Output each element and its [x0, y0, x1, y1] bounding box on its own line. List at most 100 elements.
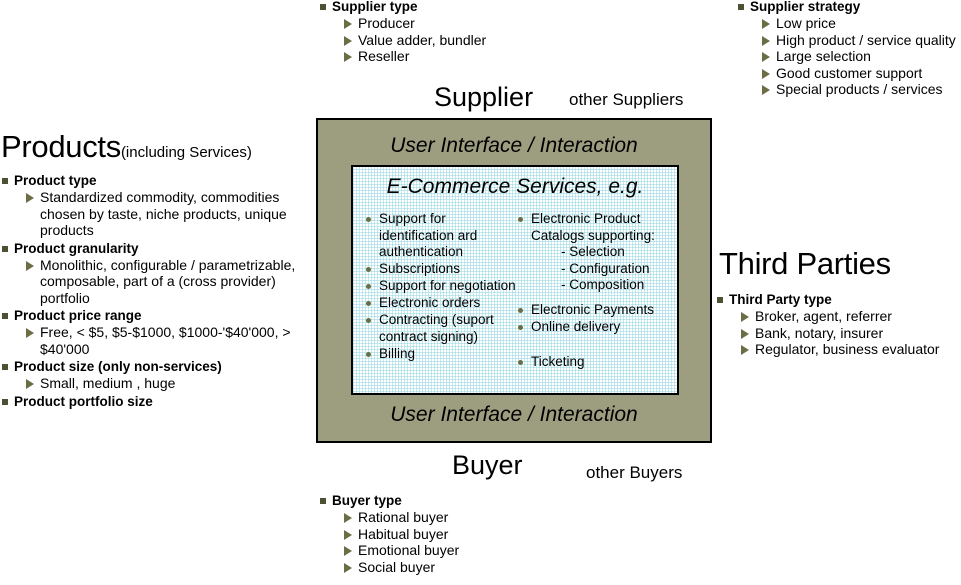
products-title-sub: (including Services): [120, 144, 252, 161]
list-item-label: Contracting (suport contract signing): [379, 312, 494, 344]
third-parties-title: Third Parties: [719, 246, 891, 281]
list-item-label: Habitual buyer: [358, 525, 449, 542]
list-item: Special products / services: [750, 81, 961, 98]
product-granularity-sublist: Monolithic, configurable / parametrizabl…: [14, 257, 318, 307]
third-party-type-heading-label: Third Party type: [729, 292, 832, 307]
third-party-type-sublist: Broker, agent, referrer Bank, notary, in…: [729, 308, 961, 358]
triangle-bullet-icon: [762, 35, 770, 46]
triangle-bullet-icon: [344, 35, 352, 46]
list-item-label: Billing: [379, 345, 416, 361]
list-item-label: Support for negotiation: [379, 278, 516, 293]
triangle-bullet-icon: [26, 193, 34, 203]
dot-bullet-icon: [518, 324, 523, 330]
ecommerce-services-box: E-Commerce Services, e.g. Support for id…: [351, 165, 679, 395]
product-granularity-heading: Product granularity Monolithic, configur…: [0, 240, 318, 307]
list-item-label: Electronic Product Catalogs supporting:: [531, 211, 655, 243]
list-item-label: Social buyer: [358, 558, 436, 575]
product-size-heading: Product size (only non-services) Small, …: [0, 358, 318, 392]
triangle-bullet-icon: [741, 345, 749, 355]
list-item-label: Ticketing: [531, 354, 585, 369]
list-item: Contracting (suport contract signing): [365, 312, 517, 345]
triangle-bullet-icon: [26, 328, 34, 338]
supplier-strategy-sublist: Low price High product / service quality…: [750, 15, 961, 98]
list-item-label: Large selection: [776, 48, 871, 64]
list-item-label: Special products / services: [776, 81, 943, 97]
supplier-type-block: Supplier type Producer Value adder, bund…: [318, 0, 548, 66]
other-buyers-label: other Buyers: [586, 463, 683, 482]
list-item-label: Regulator, business evaluator: [755, 341, 940, 357]
triangle-bullet-icon: [344, 52, 352, 62]
triangle-bullet-icon: [762, 68, 770, 79]
list-item-label: Value adder, bundler: [358, 31, 487, 48]
list-item-label: Small, medium , huge: [40, 375, 176, 391]
list-item-label: High product / service quality: [776, 31, 956, 48]
third-party-type-heading: Third Party type Broker, agent, referrer…: [715, 291, 961, 358]
list-item: Electronic Product Catalogs supporting: …: [517, 211, 675, 294]
triangle-bullet-icon: [344, 19, 352, 29]
list-item: Small, medium , huge: [14, 375, 318, 392]
square-bullet-icon: [2, 313, 8, 319]
services-column-right: Electronic Product Catalogs supporting: …: [517, 211, 675, 371]
product-portfolio-size-heading: Product portfolio size: [0, 393, 318, 410]
product-type-heading-label: Product type: [14, 173, 97, 188]
list-item-label: Subscriptions: [379, 261, 461, 276]
dot-bullet-icon: [366, 301, 371, 306]
supplier-type-heading: Supplier type Producer Value adder, bund…: [318, 0, 548, 65]
dot-bullet-icon: [518, 360, 523, 365]
list-item-label: Monolithic, configurable / parametrizabl…: [40, 256, 296, 306]
buyer-type-heading: Buyer type Rational buyer Habitual buyer…: [318, 492, 548, 575]
supplier-type-list: Supplier type Producer Value adder, bund…: [318, 0, 548, 65]
list-item: Large selection: [750, 48, 961, 65]
list-item: Rational buyer: [332, 509, 548, 526]
user-interface-band-bottom: User Interface / Interaction: [390, 403, 638, 426]
other-suppliers-label: other Suppliers: [569, 90, 684, 109]
list-item-label: Standardized commodity, commodities chos…: [40, 189, 287, 238]
buyer-type-sublist: Rational buyer Habitual buyer Emotional …: [332, 509, 548, 575]
list-item: Monolithic, configurable / parametrizabl…: [14, 257, 318, 307]
dot-bullet-icon: [366, 217, 371, 222]
list-item: Ticketing: [517, 354, 675, 371]
services-left-list: Support for identification ard authentic…: [365, 211, 517, 362]
triangle-bullet-icon: [741, 328, 749, 339]
dot-bullet-icon: [366, 318, 371, 323]
list-item: Electronic orders: [365, 295, 517, 312]
square-bullet-icon: [738, 4, 744, 10]
list-item-label: Broker, agent, referrer: [755, 308, 892, 324]
list-item: Support for identification ard authentic…: [365, 211, 517, 261]
triangle-bullet-icon: [344, 562, 352, 573]
user-interface-band-top: User Interface / Interaction: [390, 134, 638, 157]
product-granularity-heading-label: Product granularity: [14, 240, 139, 256]
square-bullet-icon: [2, 178, 8, 184]
products-title: Products(including Services): [1, 131, 252, 162]
list-item: Producer: [332, 15, 548, 32]
supplier-strategy-heading-label: Supplier strategy: [750, 0, 861, 14]
product-price-range-sublist: Free, < $5, $5-$1000, $1000-'$40'000, > …: [14, 324, 318, 357]
list-item-label: Online delivery: [531, 318, 621, 334]
triangle-bullet-icon: [762, 19, 770, 29]
supplier-type-heading-label: Supplier type: [332, 0, 418, 14]
dot-bullet-icon: [518, 217, 523, 222]
list-item-label: Electronic orders: [379, 295, 481, 310]
square-bullet-icon: [2, 398, 8, 405]
buyer-type-list: Buyer type Rational buyer Habitual buyer…: [318, 492, 548, 575]
product-price-range-heading-label: Product price range: [14, 308, 142, 323]
dot-bullet-icon: [518, 307, 523, 313]
triangle-bullet-icon: [762, 52, 770, 62]
product-portfolio-size-heading-label: Product portfolio size: [14, 393, 153, 409]
square-bullet-icon: [717, 297, 723, 303]
dot-bullet-icon: [366, 284, 371, 289]
triangle-bullet-icon: [26, 379, 34, 389]
square-bullet-icon: [320, 498, 326, 504]
list-item-label: Support for identification ard authentic…: [379, 211, 478, 259]
list-item: Subscriptions: [365, 261, 517, 278]
supplier-strategy-heading: Supplier strategy Low price High product…: [736, 0, 961, 98]
list-item: Social buyer: [332, 559, 548, 576]
list-item: Emotional buyer: [332, 542, 548, 559]
triangle-bullet-icon: [762, 85, 770, 95]
list-item-label: Low price: [776, 15, 836, 31]
list-item-label: Bank, notary, insurer: [755, 324, 884, 341]
list-item: Reseller: [332, 48, 548, 65]
list-item-label: Good customer support: [776, 64, 923, 81]
services-right-list: Electronic Product Catalogs supporting: …: [517, 211, 675, 371]
supplier-actor-title: Supplier: [434, 82, 534, 112]
